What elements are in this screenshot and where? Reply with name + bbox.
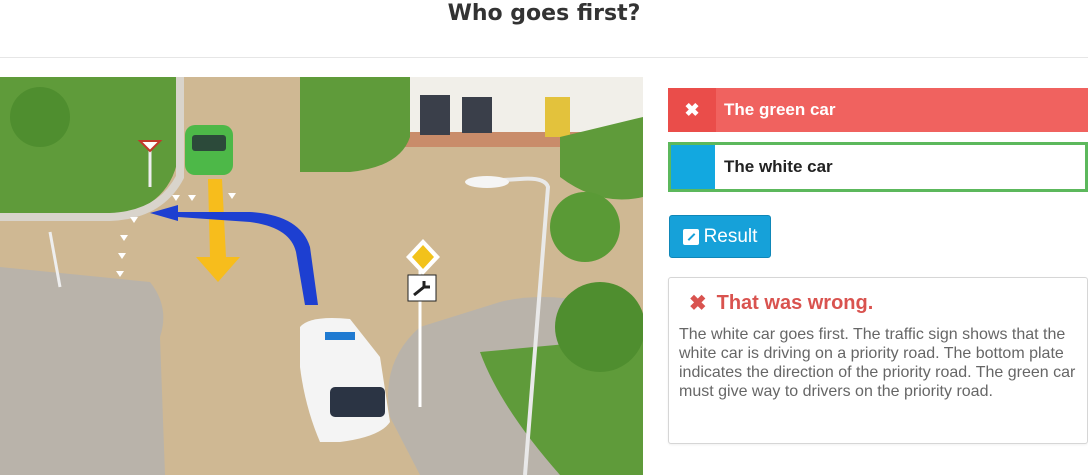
answer-option-green-car[interactable]: ✖ The green car bbox=[668, 88, 1088, 132]
page-title: Who goes first? bbox=[447, 1, 641, 26]
answer-label: The white car bbox=[724, 157, 833, 176]
result-button-label: Result bbox=[703, 225, 758, 247]
x-icon: ✖ bbox=[668, 88, 716, 132]
feedback-title: That was wrong. bbox=[716, 292, 874, 314]
feedback-text: The white car goes first. The traffic si… bbox=[679, 326, 1076, 400]
result-button[interactable]: Result bbox=[669, 215, 771, 258]
answer-option-white-car[interactable]: The white car bbox=[668, 142, 1088, 192]
intersection-image bbox=[0, 77, 643, 475]
feedback-header: ✖ That was wrong. bbox=[679, 292, 1077, 315]
external-link-icon bbox=[682, 228, 699, 245]
header-divider bbox=[0, 57, 1088, 58]
feedback-panel: ✖ That was wrong. The white car goes fir… bbox=[668, 277, 1088, 444]
correct-marker bbox=[671, 145, 715, 189]
answer-label: The green car bbox=[724, 100, 836, 119]
x-icon: ✖ bbox=[689, 291, 707, 315]
